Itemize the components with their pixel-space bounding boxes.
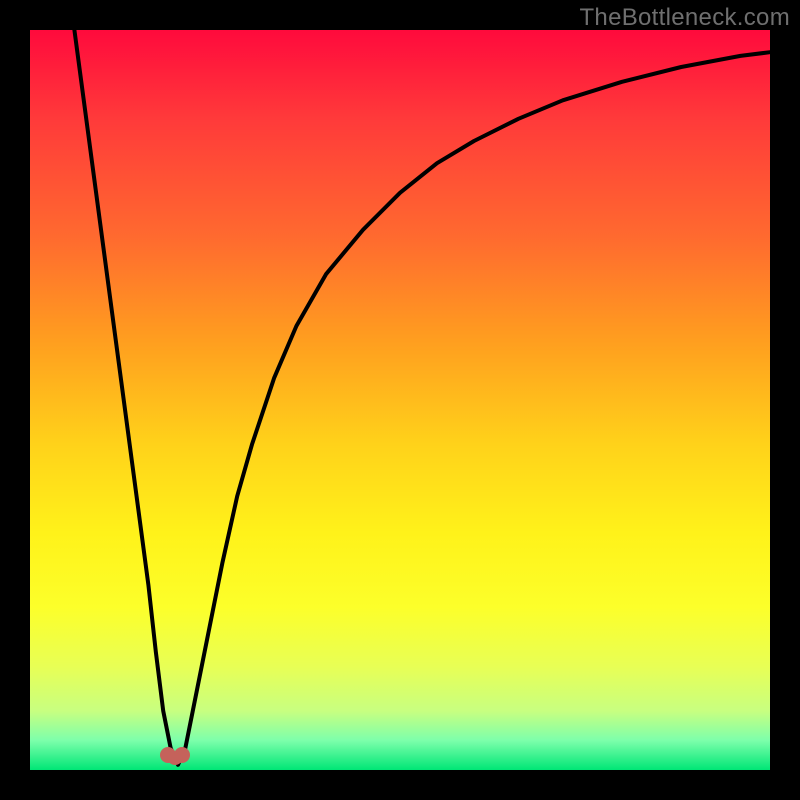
chart-frame: TheBottleneck.com bbox=[0, 0, 800, 800]
watermark-text: TheBottleneck.com bbox=[579, 4, 790, 32]
plot-area bbox=[30, 30, 770, 770]
bottleneck-curve bbox=[30, 30, 770, 770]
